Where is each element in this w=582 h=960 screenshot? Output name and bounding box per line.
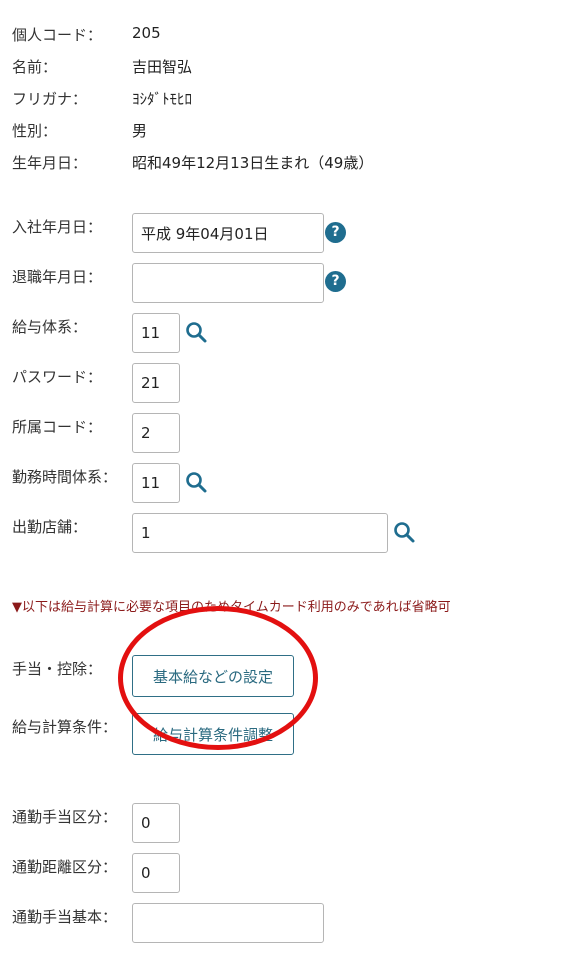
commute-base-label: 通勤手当基本：	[12, 908, 118, 926]
gender-value: 男	[132, 122, 148, 140]
gender-label: 性別：	[12, 122, 58, 140]
work-time-search-icon[interactable]	[184, 470, 208, 494]
kana-label: フリガナ：	[12, 90, 88, 108]
store-search-icon[interactable]	[392, 520, 416, 544]
store-input[interactable]	[132, 513, 388, 553]
employee-code-label: 個人コード：	[12, 26, 103, 44]
pay-system-label: 給与体系：	[12, 318, 88, 336]
dept-code-input[interactable]	[132, 413, 180, 453]
allowance-label: 手当・控除：	[12, 660, 103, 678]
payroll-calc-label: 給与計算条件：	[12, 718, 118, 736]
commute-distance-input[interactable]	[132, 853, 180, 893]
birth-date-value: 昭和49年12月13日生まれ（49歳）	[132, 154, 374, 172]
work-time-input[interactable]	[132, 463, 180, 503]
hire-date-label: 入社年月日：	[12, 218, 103, 236]
name-value: 吉田智弘	[132, 58, 193, 76]
name-label: 名前：	[12, 58, 58, 76]
pay-system-input[interactable]	[132, 313, 180, 353]
pay-system-search-icon[interactable]	[184, 320, 208, 344]
birth-date-label: 生年月日：	[12, 154, 88, 172]
work-time-label: 勤務時間体系：	[12, 468, 118, 486]
password-label: パスワード：	[12, 368, 103, 386]
kana-value: ﾖｼﾀﾞﾄﾓﾋﾛ	[132, 90, 193, 108]
retire-date-input[interactable]	[132, 263, 324, 303]
payroll-calc-adjust-button[interactable]: 給与計算条件調整	[132, 713, 294, 755]
base-salary-settings-button[interactable]: 基本給などの設定	[132, 655, 294, 697]
store-label: 出勤店舗：	[12, 518, 88, 536]
employee-code-value: 205	[132, 24, 161, 42]
commute-type-input[interactable]	[132, 803, 180, 843]
commute-type-label: 通勤手当区分：	[12, 808, 118, 826]
hire-date-input[interactable]	[132, 213, 324, 253]
payroll-notice: ▼以下は給与計算に必要な項目のためタイムカード利用のみであれば省略可	[12, 600, 451, 615]
retire-date-label: 退職年月日：	[12, 268, 103, 286]
hire-date-help-icon[interactable]: ?	[325, 222, 346, 243]
dept-code-label: 所属コード：	[12, 418, 103, 436]
commute-base-input[interactable]	[132, 903, 324, 943]
commute-distance-label: 通勤距離区分：	[12, 858, 118, 876]
password-input[interactable]	[132, 363, 180, 403]
retire-date-help-icon[interactable]: ?	[325, 271, 346, 292]
